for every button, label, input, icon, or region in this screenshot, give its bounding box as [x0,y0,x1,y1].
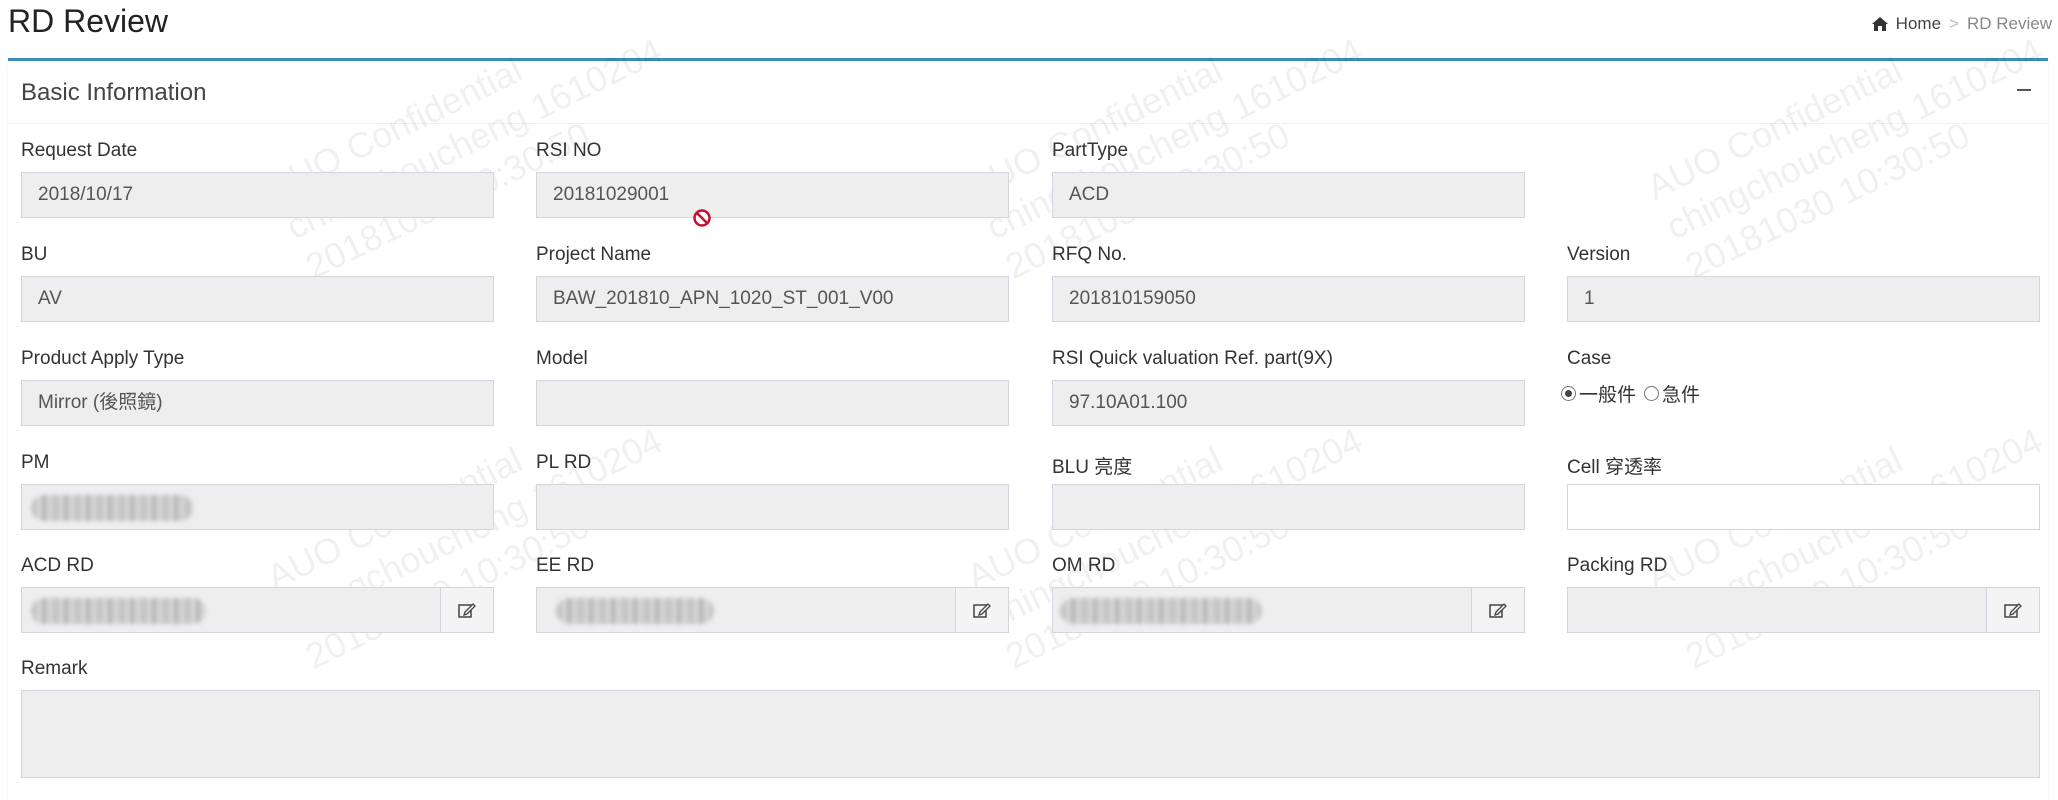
request-date-label: Request Date [21,140,138,161]
rfq-no-label: RFQ No. [1052,244,1127,265]
packing-rd-field[interactable] [1567,587,1987,633]
ee-rd-edit-button[interactable] [955,587,1009,633]
product-apply-type-label: Product Apply Type [21,348,185,369]
collapse-button[interactable] [2010,75,2038,103]
pl-rd-label: PL RD [536,452,592,473]
panel-header: Basic Information [8,61,2048,124]
case-option-urgent-label: 急件 [1662,385,1701,406]
case-radio-group: 一般件 急件 [1561,380,1708,407]
case-radio-normal[interactable] [1561,386,1576,401]
version-label: Version [1567,244,1631,265]
home-icon[interactable] [1871,17,1888,31]
remark-label: Remark [21,658,88,679]
case-radio-urgent[interactable] [1644,386,1660,401]
pm-label: PM [21,452,50,473]
page-title: RD Review [8,3,169,39]
rsi-no-label: RSI NO [536,140,602,161]
rsi-quick-ref-field[interactable]: 97.10A01.100 [1052,380,1525,426]
breadcrumb-current: RD Review [1966,14,2052,33]
version-field[interactable]: 1 [1567,276,2040,322]
not-allowed-cursor-icon [692,208,712,233]
remark-textarea[interactable] [21,690,2040,778]
bu-label: BU [21,244,48,265]
basic-information-panel: Basic Information [8,58,2048,800]
redacted-text [31,495,193,521]
redacted-text [1060,598,1262,624]
part-type-label: PartType [1052,140,1129,161]
project-name-field[interactable]: BAW_201810_APN_1020_ST_001_V00 [536,276,1009,322]
acd-rd-edit-button[interactable] [440,587,494,633]
breadcrumb-separator: > [1949,14,1959,33]
breadcrumb-home[interactable]: Home [1896,14,1941,34]
blu-label: BLU 亮度 [1052,457,1133,478]
edit-icon [1489,603,1507,618]
redacted-text [556,598,714,624]
panel-title: Basic Information [21,79,207,106]
packing-rd-edit-button[interactable] [1986,587,2040,633]
model-field[interactable] [536,380,1009,426]
acd-rd-label: ACD RD [21,555,94,576]
breadcrumb: Home > RD Review [1871,14,2052,34]
edit-icon [458,603,476,618]
blu-field[interactable] [1052,484,1525,530]
cell-field[interactable] [1567,484,2040,530]
om-rd-edit-button[interactable] [1471,587,1525,633]
edit-icon [973,603,991,618]
rsi-quick-ref-label: RSI Quick valuation Ref. part(9X) [1052,348,1333,369]
rsi-no-field[interactable]: 20181029001 [536,172,1009,218]
bu-field[interactable]: AV [21,276,494,322]
om-rd-label: OM RD [1052,555,1116,576]
request-date-field[interactable]: 2018/10/17 [21,172,494,218]
product-apply-type-field[interactable]: Mirror (後照鏡) [21,380,494,426]
cell-label: Cell 穿透率 [1567,457,1663,478]
case-option-normal-label: 一般件 [1579,385,1637,406]
packing-rd-label: Packing RD [1567,555,1668,576]
project-name-label: Project Name [536,244,652,265]
pl-rd-field[interactable] [536,484,1009,530]
model-label: Model [536,348,588,369]
part-type-field[interactable]: ACD [1052,172,1525,218]
redacted-text [31,598,206,624]
case-label: Case [1567,348,1612,369]
ee-rd-label: EE RD [536,555,595,576]
rfq-no-field[interactable]: 201810159050 [1052,276,1525,322]
edit-icon [2004,603,2022,618]
